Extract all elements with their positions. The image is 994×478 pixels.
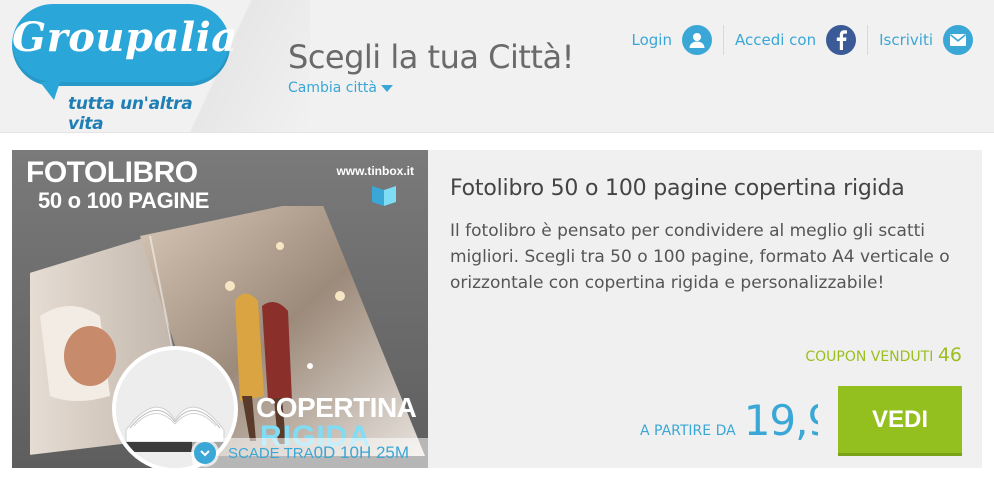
account-links: Login Accedi con Iscriviti: [621, 24, 985, 56]
timer-value: 0D 10H 25M: [313, 443, 410, 462]
envelope-icon: [943, 25, 973, 55]
image-title-line1: FOTOLIBRO: [26, 156, 198, 189]
login-label: Login: [631, 31, 672, 49]
change-city-link[interactable]: Cambia città: [288, 80, 393, 96]
facebook-login-link[interactable]: Accedi con: [722, 25, 867, 55]
deal-image[interactable]: FOTOLIBRO 50 o 100 PAGINE www.tinbox.it …: [12, 150, 428, 468]
coupons-sold-label: COUPON VENDUTI: [805, 349, 934, 365]
facebook-login-label: Accedi con: [734, 31, 817, 49]
image-brand-url: www.tinbox.it: [336, 164, 414, 178]
site-header: Groupalia tutta un'altra vita Scegli la …: [0, 0, 994, 134]
city-title: Scegli la tua Città!: [288, 38, 574, 76]
deal-title[interactable]: Fotolibro 50 o 100 pagine copertina rigi…: [450, 176, 905, 201]
caret-down-icon: [380, 84, 393, 92]
timer-label: SCADE TRA: [228, 444, 314, 462]
expiry-timer: SCADE TRA 0D 10H 25M: [192, 438, 428, 468]
logo-tagline: tutta un'altra vita: [68, 94, 193, 134]
tinbox-book-icon: [372, 186, 396, 206]
register-link[interactable]: Iscriviti: [867, 25, 984, 55]
coupons-sold: COUPON VENDUTI 46: [805, 344, 962, 366]
price: A PARTIRE DA 19,9: [640, 396, 818, 445]
price-value: 19,9: [743, 396, 818, 445]
facebook-icon: [826, 25, 857, 55]
register-label: Iscriviti: [879, 31, 933, 49]
coupons-sold-count: 46: [937, 344, 962, 366]
view-deal-button[interactable]: VEDI: [838, 386, 962, 456]
groupalia-logo[interactable]: Groupalia tutta un'altra vita: [12, 4, 238, 134]
change-city-label: Cambia città: [288, 80, 377, 96]
chevron-down-circle-icon[interactable]: [194, 442, 216, 464]
user-icon: [681, 25, 712, 55]
image-title-line2: 50 o 100 PAGINE: [38, 188, 210, 213]
price-label: A PARTIRE DA: [640, 423, 736, 439]
login-link[interactable]: Login: [621, 25, 723, 55]
deal-card[interactable]: FOTOLIBRO 50 o 100 PAGINE www.tinbox.it …: [12, 150, 982, 468]
logo-wordmark: Groupalia: [12, 14, 238, 61]
image-title: FOTOLIBRO 50 o 100 PAGINE: [26, 158, 209, 212]
deal-description: Il fotolibro è pensato per condividere a…: [450, 221, 950, 293]
image-label-copertina: COPERTINA: [256, 392, 417, 423]
